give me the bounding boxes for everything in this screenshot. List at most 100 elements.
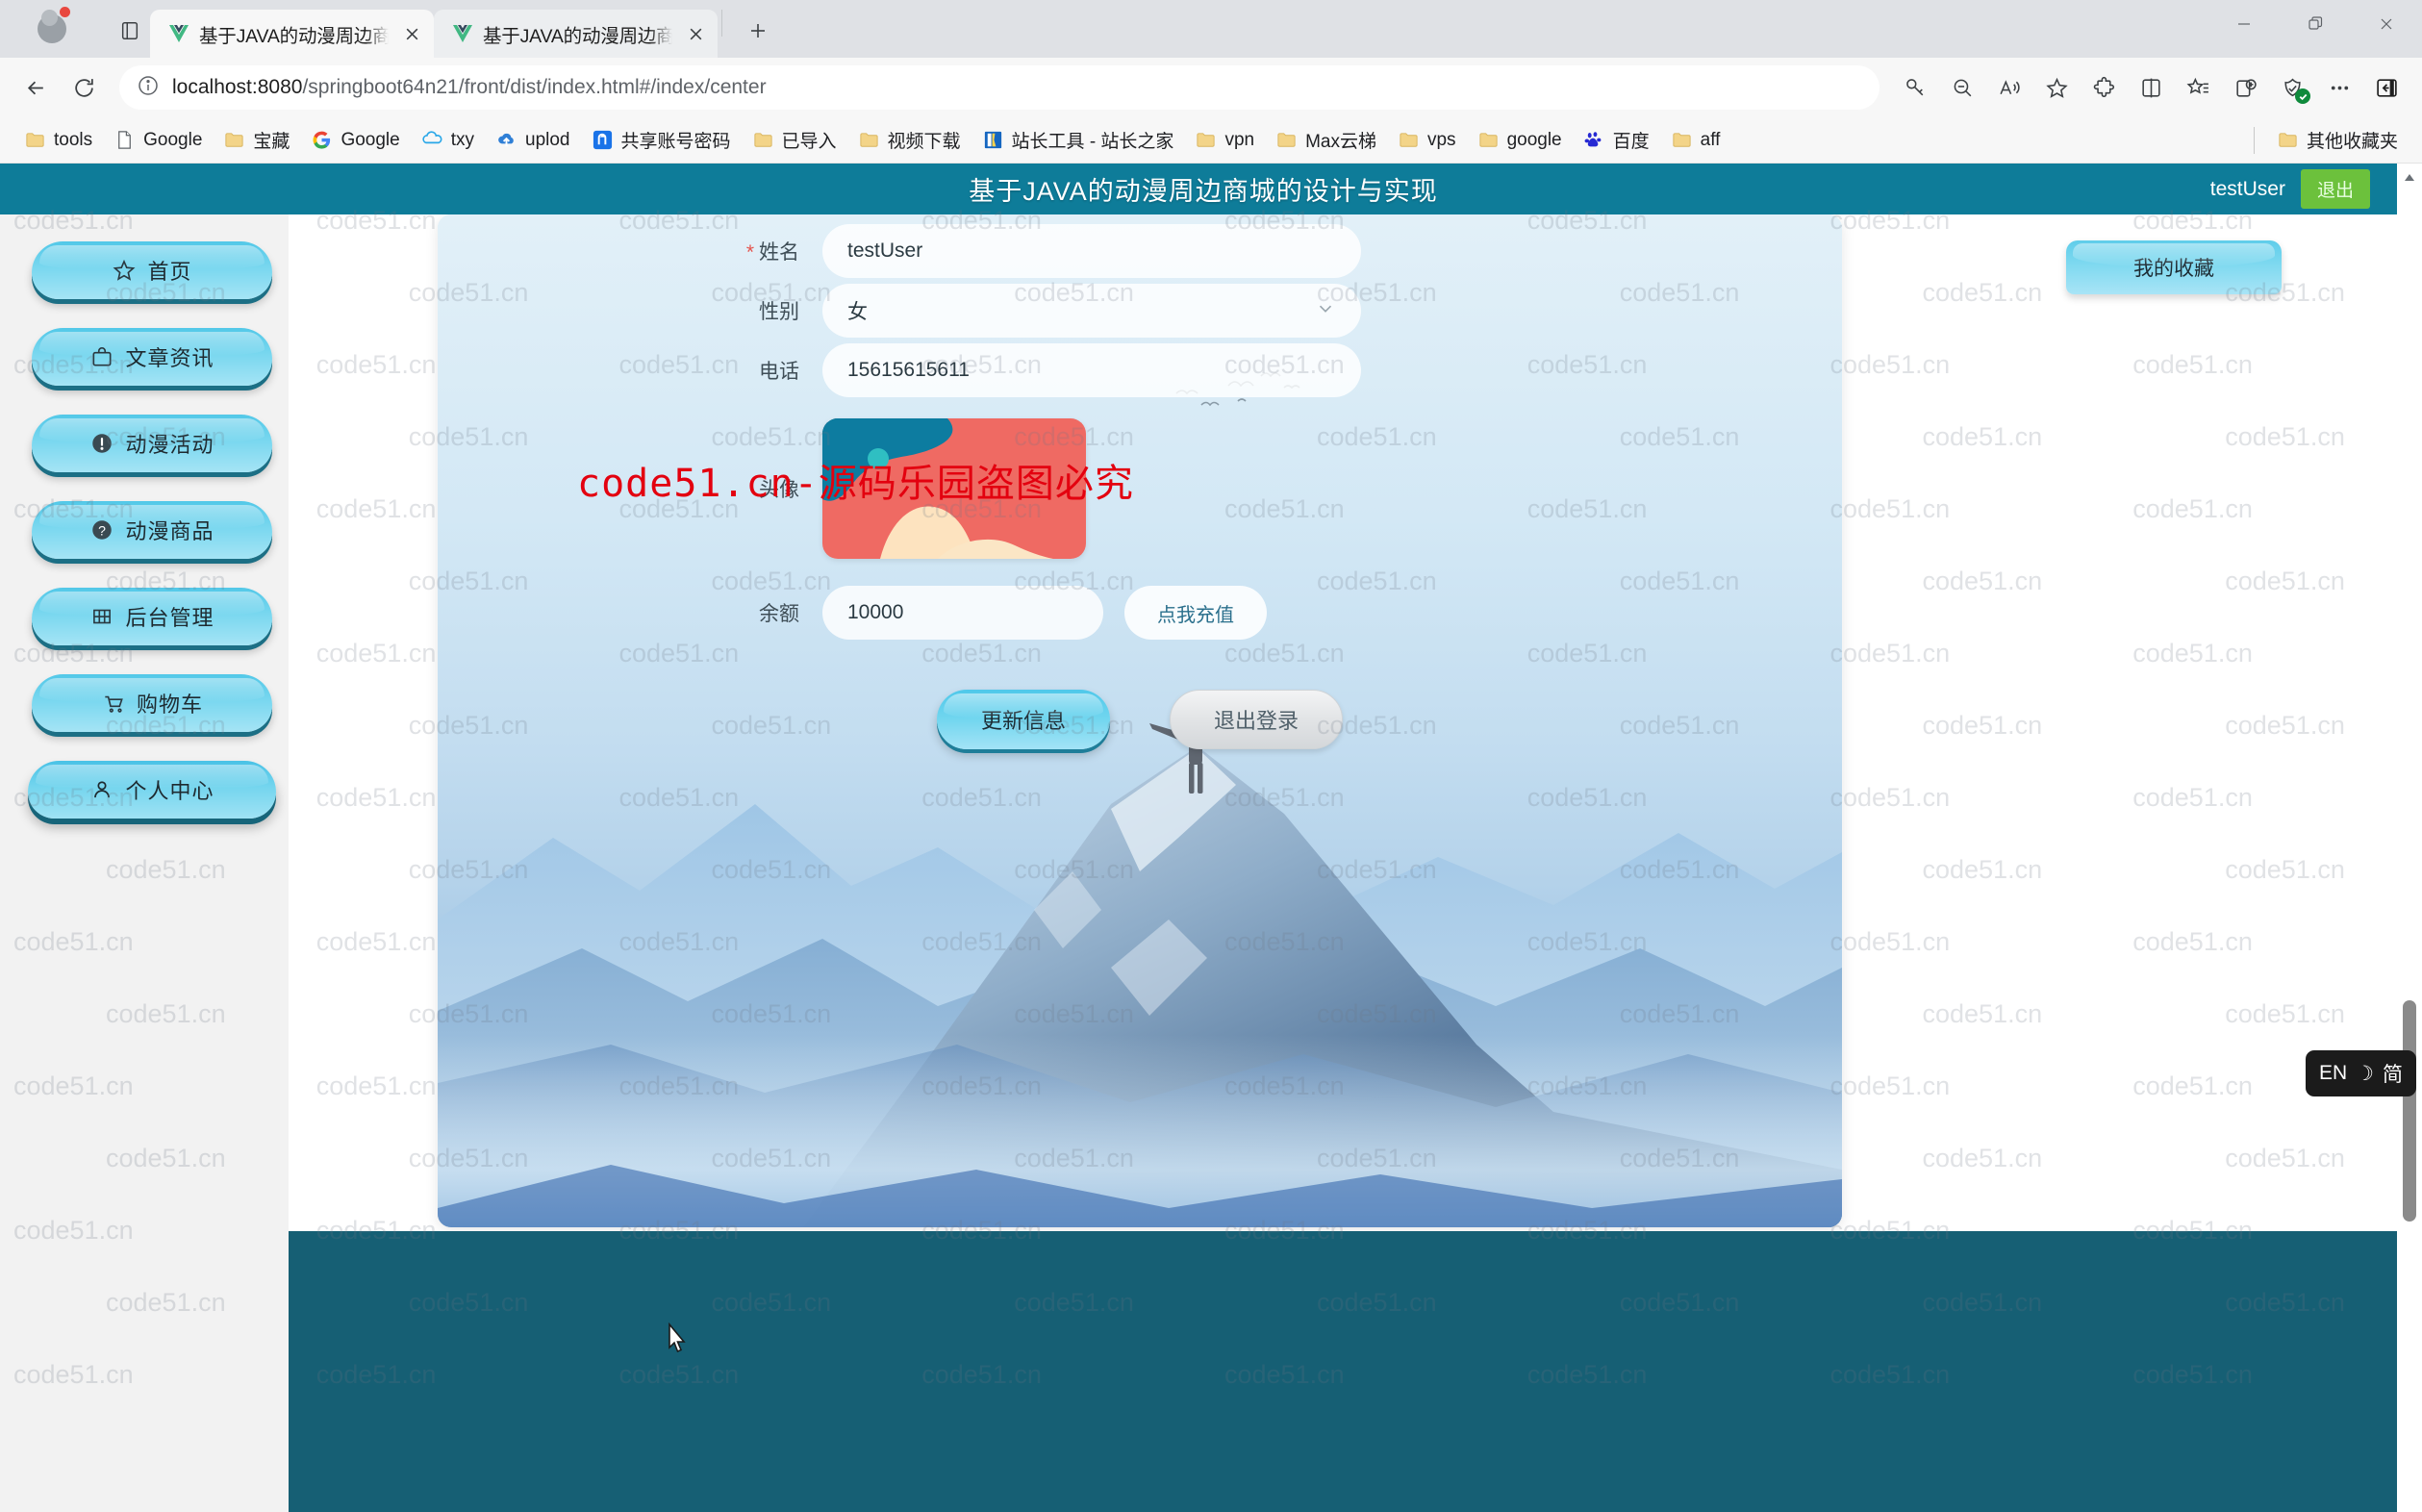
more-options-icon[interactable] [2317, 65, 2361, 110]
field-label-balance: 余额 [759, 603, 799, 625]
browser-tab-1[interactable]: 基于JAVA的动漫周边商城的设计与实现 [150, 10, 434, 58]
sidebar-item-label: 个人中心 [125, 779, 214, 803]
tab-strip: 基于JAVA的动漫周边商城的设计与实现 基于JAVA的动漫周边商城的设计与实现 [150, 0, 780, 58]
field-label-avatar: 头像 [759, 479, 799, 501]
my-favorites-button[interactable]: 我的收藏 [2066, 240, 2282, 294]
sidebar-item-home[interactable]: 首页 [32, 241, 272, 299]
scrollbar-thumb[interactable] [2403, 1000, 2416, 1222]
bookmark-max-yunti[interactable]: Max云梯 [1267, 121, 1385, 159]
info-icon[interactable] [137, 74, 160, 102]
sidebar-item-personal-center[interactable]: 个人中心 [28, 761, 276, 819]
sidebar-item-articles[interactable]: 文章资讯 [32, 328, 272, 386]
read-aloud-icon[interactable] [1987, 65, 2031, 110]
close-icon[interactable] [2351, 0, 2422, 48]
bag-icon [89, 344, 114, 369]
minimize-icon[interactable] [2208, 0, 2280, 48]
gender-select-input[interactable] [822, 284, 1361, 338]
tab-search-icon[interactable] [110, 11, 150, 51]
vertical-scrollbar[interactable] [2397, 164, 2422, 1512]
page-footer-band [289, 1231, 2407, 1512]
bookmark-uplod[interactable]: uplod [487, 123, 579, 157]
reload-icon[interactable] [62, 65, 106, 110]
bookmark-baozang[interactable]: 宝藏 [214, 121, 298, 159]
bookmark-google-doc[interactable]: Google [105, 123, 211, 157]
folder-icon [858, 129, 880, 151]
svg-text:?: ? [99, 522, 107, 538]
scroll-up-arrow-icon[interactable] [2397, 165, 2422, 190]
sidebar-item-products[interactable]: ? 动漫商品 [32, 501, 272, 559]
ime-language: EN [2318, 1062, 2348, 1084]
folder-icon [1195, 129, 1217, 151]
sidebar-nav: 首页 文章资讯 动漫活动 ? 动漫商品 后台管理 购物车 个人中心 [0, 214, 289, 1512]
bookmark-label: 视频下载 [887, 132, 961, 152]
maximize-icon[interactable] [2280, 0, 2351, 48]
bookmark-video-download[interactable]: 视频下载 [849, 121, 970, 159]
vue-icon [167, 22, 190, 45]
favorite-star-icon[interactable] [2034, 65, 2079, 110]
add-to-browser-icon[interactable] [2223, 65, 2267, 110]
folder-icon [1671, 129, 1693, 151]
bookmark-vpn[interactable]: vpn [1186, 123, 1263, 157]
new-tab-button[interactable] [736, 9, 780, 53]
url-text: localhost:8080/springboot64n21/front/dis… [172, 76, 767, 99]
bookmark-txy[interactable]: txy [413, 123, 483, 157]
close-icon[interactable] [397, 19, 426, 48]
form-row-balance: 余额 点我充值 [438, 586, 1842, 640]
grid-icon [89, 604, 114, 629]
form-actions: 更新信息 退出登录 [438, 690, 1842, 749]
tencent-cloud-icon [421, 129, 443, 151]
address-bar[interactable]: localhost:8080/springboot64n21/front/dis… [119, 65, 1880, 110]
bookmark-shared-passwords[interactable]: 共享账号密码 [583, 121, 740, 159]
sidebar-toggle-icon[interactable] [2364, 65, 2409, 110]
bookmark-google-folder[interactable]: google [1469, 123, 1571, 157]
folder-icon [24, 129, 46, 151]
balance-input[interactable] [822, 586, 1103, 640]
gender-select[interactable] [822, 284, 1361, 338]
extensions-puzzle-icon[interactable] [2081, 65, 2126, 110]
bookmark-chinaz[interactable]: 站长工具 - 站长之家 [973, 121, 1183, 159]
tab-title: 基于JAVA的动漫周边商城的设计与实现 [199, 25, 389, 47]
update-info-button[interactable]: 更新信息 [937, 690, 1110, 749]
sidebar-item-cart[interactable]: 购物车 [32, 674, 272, 732]
sidebar-item-label: 首页 [147, 260, 192, 284]
profile-button[interactable] [0, 0, 104, 58]
sidebar-item-admin[interactable]: 后台管理 [32, 588, 272, 645]
password-key-icon[interactable] [1893, 65, 1937, 110]
profile-form: *姓名 性别 电话 [438, 214, 1842, 749]
other-bookmarks-label: 其他收藏夹 [2306, 132, 2398, 152]
moon-icon: ☽ [2356, 1062, 2374, 1085]
sidebar-item-label: 购物车 [136, 693, 203, 717]
tracking-shield-icon[interactable] [2270, 65, 2314, 110]
bookmark-aff[interactable]: aff [1662, 123, 1729, 157]
star-icon [112, 258, 137, 283]
bookmark-tools[interactable]: tools [15, 123, 101, 157]
bookmark-baidu[interactable]: 百度 [1575, 121, 1658, 159]
header-logout-button[interactable]: 退出 [2300, 169, 2370, 209]
user-avatar-image[interactable] [822, 418, 1086, 559]
bookmark-imported[interactable]: 已导入 [744, 121, 845, 159]
collections-icon[interactable] [2176, 65, 2220, 110]
page-icon [114, 129, 136, 151]
cart-icon [101, 691, 126, 716]
split-screen-icon[interactable] [2129, 65, 2173, 110]
phone-input[interactable] [822, 343, 1361, 397]
bookmark-google[interactable]: Google [302, 123, 408, 157]
window-controls [2208, 0, 2422, 48]
ime-indicator[interactable]: EN ☽ 简 [2305, 1050, 2416, 1096]
other-bookmarks-folder[interactable]: 其他收藏夹 [2268, 121, 2407, 159]
bookmark-label: google [1506, 129, 1562, 150]
recharge-button[interactable]: 点我充值 [1124, 586, 1267, 640]
zoom-out-icon[interactable] [1940, 65, 1984, 110]
sidebar-item-activities[interactable]: 动漫活动 [32, 415, 272, 472]
logout-button[interactable]: 退出登录 [1170, 690, 1343, 749]
sidebar-item-label: 动漫活动 [125, 433, 214, 457]
bookmark-label: txy [450, 129, 474, 150]
name-input[interactable] [822, 224, 1361, 278]
toolbar-actions [1893, 65, 2409, 110]
browser-toolbar: localhost:8080/springboot64n21/front/dis… [0, 58, 2422, 117]
back-arrow-icon[interactable] [13, 65, 58, 110]
close-icon[interactable] [681, 19, 710, 48]
bookmark-vps[interactable]: vps [1389, 123, 1465, 157]
bookmarks-divider [2253, 126, 2255, 154]
browser-tab-2[interactable]: 基于JAVA的动漫周边商城的设计与实现 [434, 10, 718, 58]
